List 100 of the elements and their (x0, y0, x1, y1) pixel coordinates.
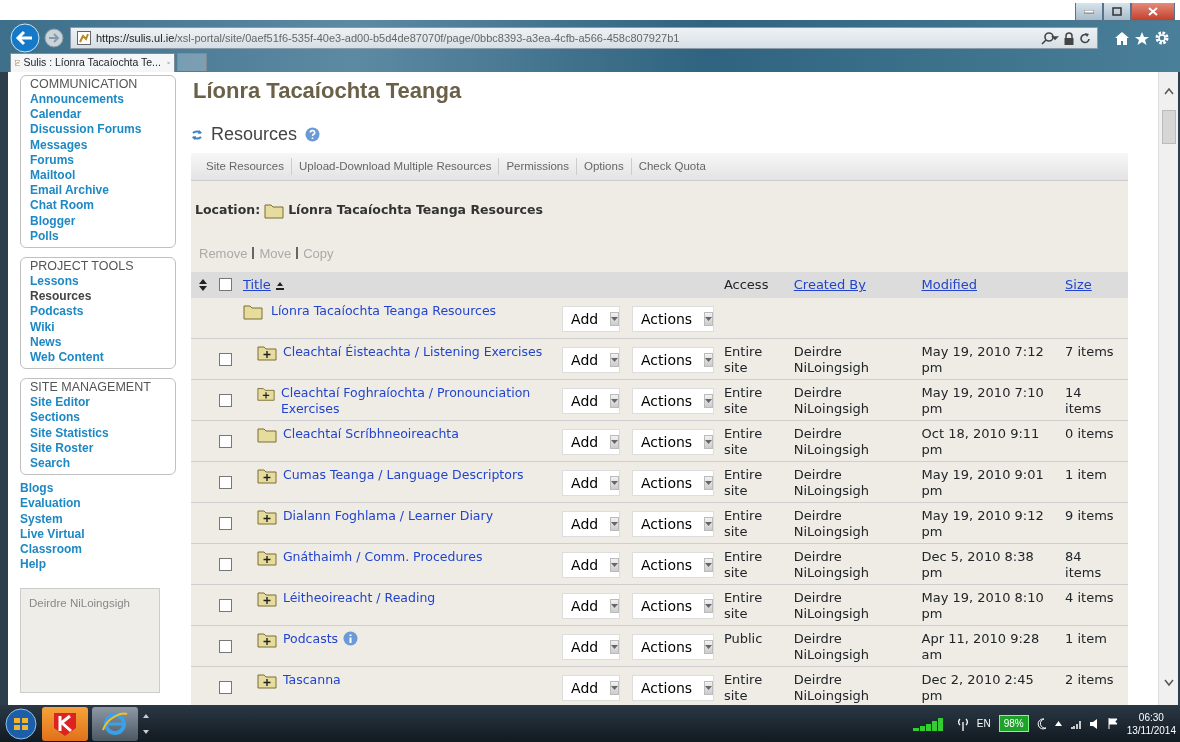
actions-dropdown[interactable]: Actions (631, 634, 714, 661)
add-dropdown[interactable]: Add (562, 593, 621, 620)
add-dropdown[interactable]: Add (562, 347, 621, 374)
scroll-up-icon[interactable] (1164, 87, 1174, 95)
sidebar-link[interactable]: Announcements (30, 92, 175, 108)
sidebar-link[interactable]: Web Content (30, 350, 175, 366)
folder-link[interactable]: Cleachtaí Scríbhneoireachta (282, 426, 459, 443)
row-checkbox[interactable] (219, 435, 232, 449)
tool-menu-link[interactable]: Site Resources (199, 157, 291, 176)
actions-dropdown[interactable]: Actions (631, 552, 714, 579)
folder-link[interactable]: Líonra Tacaíochta Teanga Resources (270, 302, 497, 319)
forward-icon[interactable] (44, 28, 64, 48)
info-icon[interactable] (343, 631, 359, 647)
sidebar-link[interactable]: Messages (30, 137, 175, 153)
sidebar-link[interactable]: Search (30, 456, 175, 472)
folder-link[interactable]: Gnáthaimh / Comm. Procedures (282, 549, 483, 566)
folder-link[interactable]: Léitheoireacht / Reading (282, 590, 436, 607)
row-checkbox[interactable] (219, 558, 232, 572)
sidebar-link[interactable]: Calendar (30, 107, 175, 123)
tool-menu-link[interactable]: Permissions (498, 157, 577, 176)
folder-expand-icon[interactable] (256, 549, 277, 567)
volume-icon[interactable] (1089, 718, 1100, 729)
sidebar-link[interactable]: Blogs (20, 481, 130, 497)
actions-dropdown[interactable]: Actions (631, 347, 714, 374)
folder-link[interactable]: Cleachtaí Foghraíochta / Pronounciation Exercises (280, 385, 563, 418)
maximize-button[interactable] (1103, 3, 1131, 21)
column-header[interactable]: Created By (793, 277, 866, 292)
folder-link[interactable]: Cumas Teanga / Language Descriptors (282, 467, 524, 484)
folder-link[interactable]: Dialann Foghlama / Learner Diary (282, 508, 494, 525)
tool-menu-link[interactable]: Upload-Download Multiple Resources (291, 157, 499, 176)
row-checkbox[interactable] (219, 476, 232, 490)
row-checkbox[interactable] (219, 353, 232, 367)
sidebar-link[interactable]: Site Statistics (30, 425, 175, 441)
add-dropdown[interactable]: Add (562, 470, 621, 497)
column-header[interactable]: Size (1065, 277, 1092, 292)
scrollbar[interactable] (1158, 72, 1178, 705)
add-dropdown[interactable]: Add (562, 675, 621, 702)
column-header[interactable]: Title (242, 277, 271, 292)
sidebar-link[interactable]: Live Virtual Classroom (20, 526, 130, 558)
scroll-down-icon[interactable] (1164, 679, 1174, 687)
row-checkbox[interactable] (219, 640, 232, 654)
folder-expand-icon[interactable] (256, 631, 277, 649)
row-checkbox[interactable] (219, 599, 232, 613)
sidebar-link[interactable]: Sections (30, 410, 175, 426)
sidebar-link[interactable]: Wiki (30, 319, 175, 335)
sidebar-link[interactable]: Polls (30, 228, 175, 245)
actions-dropdown[interactable]: Actions (631, 388, 714, 415)
home-icon[interactable] (1114, 30, 1130, 46)
language-indicator[interactable]: EN (976, 716, 991, 731)
minimize-button[interactable] (1075, 3, 1103, 21)
show-hidden-icon[interactable] (1054, 721, 1062, 726)
clock[interactable]: 06:30 13/11/2014 (1126, 710, 1176, 737)
star-icon[interactable] (1134, 30, 1150, 46)
add-dropdown[interactable]: Add (562, 305, 621, 332)
help-icon[interactable] (305, 127, 321, 142)
sidebar-link[interactable]: Discussion Forums (30, 122, 175, 138)
back-icon[interactable] (10, 23, 40, 53)
add-dropdown[interactable]: Add (562, 634, 621, 661)
folder-link[interactable]: Cleachtaí Éisteachta / Listening Exercises (282, 344, 543, 361)
folder-link[interactable]: Podcasts (282, 631, 339, 648)
row-checkbox[interactable] (219, 394, 232, 408)
sidebar-link[interactable]: System (20, 511, 130, 527)
refresh-icon[interactable] (191, 127, 203, 142)
add-dropdown[interactable]: Add (562, 388, 621, 415)
sidebar-link[interactable]: Blogger (30, 213, 175, 229)
tool-menu-link[interactable]: Options (576, 157, 631, 176)
sidebar-link[interactable]: Podcasts (30, 304, 175, 320)
add-dropdown[interactable]: Add (562, 552, 621, 579)
search-icon[interactable] (1041, 31, 1059, 45)
folder-expand-icon[interactable] (256, 344, 277, 362)
actions-dropdown[interactable]: Actions (631, 429, 714, 456)
actions-dropdown[interactable]: Actions (631, 470, 714, 497)
row-checkbox[interactable] (219, 681, 232, 695)
folder-expand-icon[interactable] (256, 508, 277, 526)
add-dropdown[interactable]: Add (562, 429, 621, 456)
sidebar-link[interactable]: Email Archive (30, 183, 175, 199)
start-icon[interactable] (4, 706, 38, 741)
sort-icon[interactable] (199, 278, 207, 291)
address-field[interactable]: https://sulis.ul.ie/xsl-portal/site/0aef51f6-535f-40e3-ad00-b5d4de87070f/page/0bbc8393-a3ea-4cfb-a566-458c807927b1 (70, 27, 1098, 49)
taskbar-app-button[interactable] (42, 706, 88, 741)
scroll-thumb[interactable] (1162, 110, 1176, 144)
actions-dropdown[interactable]: Actions (631, 593, 714, 620)
add-dropdown[interactable]: Add (562, 511, 621, 538)
sidebar-link[interactable]: Resources (30, 289, 175, 305)
settings-icon[interactable] (1154, 30, 1170, 46)
folder-expand-icon[interactable] (256, 672, 277, 690)
actions-dropdown[interactable]: Actions (631, 511, 714, 538)
sidebar-link[interactable]: Chat Room (30, 198, 175, 214)
sidebar-link[interactable]: Site Editor (30, 395, 175, 411)
actions-dropdown[interactable]: Actions (631, 305, 714, 332)
sidebar-link[interactable]: Site Roster (30, 440, 175, 457)
folder-expand-icon[interactable] (256, 467, 277, 485)
column-header[interactable]: Modified (921, 277, 977, 292)
folder-expand-icon[interactable] (256, 590, 277, 608)
taskbar-app-button[interactable] (92, 706, 138, 741)
folder-link[interactable]: Tascanna (282, 672, 341, 689)
folder-expand-icon[interactable] (256, 385, 275, 403)
select-all-checkbox[interactable] (219, 278, 232, 292)
sidebar-link[interactable]: Mailtool (30, 168, 175, 184)
battery-indicator[interactable]: 98% (998, 715, 1029, 732)
